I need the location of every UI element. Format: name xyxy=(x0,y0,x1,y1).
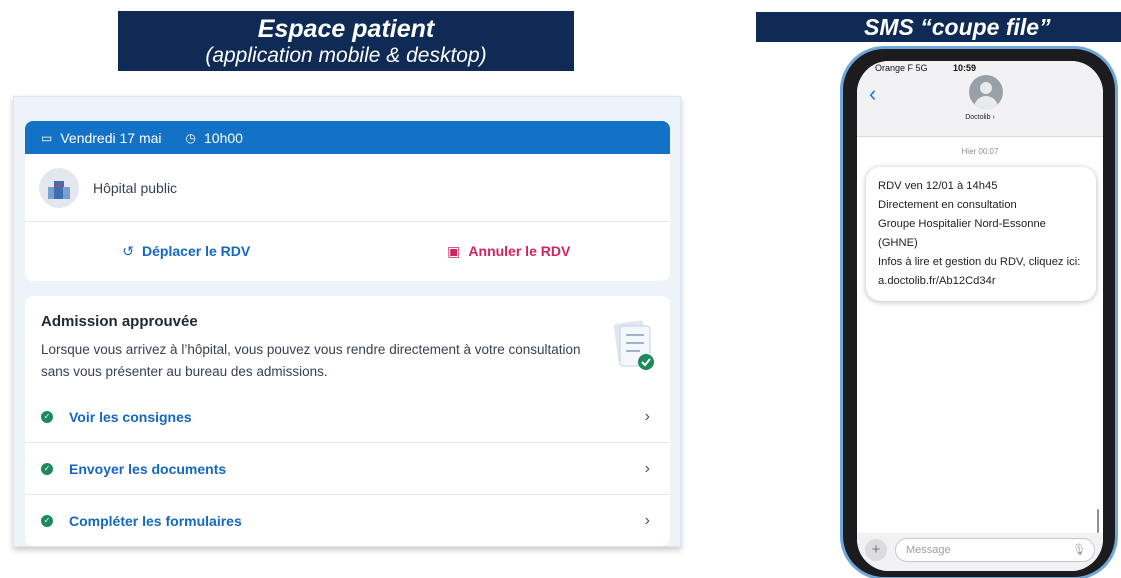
patient-space-title: Espace patient xyxy=(257,15,435,43)
hospital-icon: + xyxy=(39,167,79,208)
admission-text: Lorsque vous arrivez à l’hôpital, vous p… xyxy=(41,342,581,379)
chevron-right-icon: › xyxy=(644,407,650,425)
chevron-right-icon: › xyxy=(644,512,650,529)
clock-label: 10:59 xyxy=(953,63,977,73)
status-bar: Orange F 5G 10:59 xyxy=(875,63,1095,73)
list-item-label: Envoyer les documents xyxy=(69,460,227,477)
hospital-name: Hôpital public xyxy=(93,179,178,196)
sms-line: Groupe Hospitalier Nord-Essonne (GHNE) xyxy=(878,218,1046,249)
admission-title: Admission approuvée xyxy=(41,313,198,330)
message-input[interactable]: Message 🎙 xyxy=(895,538,1095,562)
appointment-date: Vendredi 17 mai xyxy=(60,129,162,146)
avatar[interactable] xyxy=(969,75,1003,109)
message-input-bar: + Message 🎙 xyxy=(857,533,1103,571)
plus-icon[interactable]: + xyxy=(865,539,887,561)
admission-list: ✓ Voir les consignes › ✓ Envoyer les doc… xyxy=(25,391,670,546)
list-item-instructions[interactable]: ✓ Voir les consignes › xyxy=(25,391,670,443)
conversation-header: Orange F 5G 10:59 ‹ Doctolib › xyxy=(857,61,1103,137)
calendar-icon: ▭ xyxy=(41,130,53,145)
phone-mockup: Orange F 5G 10:59 ‹ Doctolib › Hier 00:0… xyxy=(840,46,1118,578)
list-item-forms[interactable]: ✓ Compléter les formulaires › xyxy=(25,495,670,546)
sms-line: Directement en consultation xyxy=(878,199,1017,211)
sms-banner: SMS “coupe file” xyxy=(756,12,1121,42)
patient-space-subtitle: (application mobile & desktop) xyxy=(205,44,487,67)
checklist-icon xyxy=(613,320,654,370)
sms-bubble: RDV ven 12/01 à 14h45 Directement en con… xyxy=(866,167,1096,301)
check-circle-icon: ✓ xyxy=(41,410,53,423)
chevron-right-icon: › xyxy=(644,459,650,477)
appointment-time: 10h00 xyxy=(204,129,243,146)
clock-icon: ◷ xyxy=(185,130,197,145)
list-item-documents[interactable]: ✓ Envoyer les documents › xyxy=(25,443,670,495)
carrier-label: Orange F 5G xyxy=(875,63,928,73)
phone-screen: Orange F 5G 10:59 ‹ Doctolib › Hier 00:0… xyxy=(857,61,1103,571)
scrollbar[interactable] xyxy=(1097,509,1099,533)
sms-line: Infos à lire et gestion du RDV, cliquez … xyxy=(878,256,1081,268)
contact-name[interactable]: Doctolib › xyxy=(857,114,1103,121)
patient-space-banner: Espace patient (application mobile & des… xyxy=(118,11,574,71)
microphone-icon[interactable]: 🎙 xyxy=(1072,539,1086,561)
move-appointment-button[interactable]: ↺ Déplacer le RDV xyxy=(25,243,348,260)
appointment-actions: ↺ Déplacer le RDV ▣ Annuler le RDV xyxy=(25,222,670,281)
check-circle-icon: ✓ xyxy=(41,462,53,475)
patient-space-panel: ▭ Vendredi 17 mai ◷ 10h00 + Hôpital publ… xyxy=(13,96,681,547)
cancel-appointment-label: Annuler le RDV xyxy=(468,243,571,259)
admission-card: Admission approuvée Lorsque vous arrivez… xyxy=(25,296,670,546)
list-item-label: Voir les consignes xyxy=(69,408,192,425)
calendar-cancel-icon: ▣ xyxy=(447,243,461,259)
appointment-card: ▭ Vendredi 17 mai ◷ 10h00 + Hôpital publ… xyxy=(25,121,670,281)
back-chevron-icon[interactable]: ‹ xyxy=(869,81,876,107)
list-item-label: Compléter les formulaires xyxy=(69,513,242,529)
reschedule-icon: ↺ xyxy=(122,243,135,259)
sms-link[interactable]: a.doctolib.fr/Ab12Cd34r xyxy=(878,272,1084,291)
message-timestamp: Hier 00:07 xyxy=(961,147,999,156)
appointment-header: ▭ Vendredi 17 mai ◷ 10h00 xyxy=(25,121,670,154)
cancel-appointment-button[interactable]: ▣ Annuler le RDV xyxy=(348,243,671,260)
sms-line: RDV ven 12/01 à 14h45 xyxy=(878,180,998,192)
message-placeholder: Message xyxy=(906,544,951,556)
check-circle-icon: ✓ xyxy=(41,515,53,527)
sms-title: SMS “coupe file” xyxy=(864,14,1051,40)
hospital-row: + Hôpital public xyxy=(25,154,670,222)
move-appointment-label: Déplacer le RDV xyxy=(142,243,251,259)
